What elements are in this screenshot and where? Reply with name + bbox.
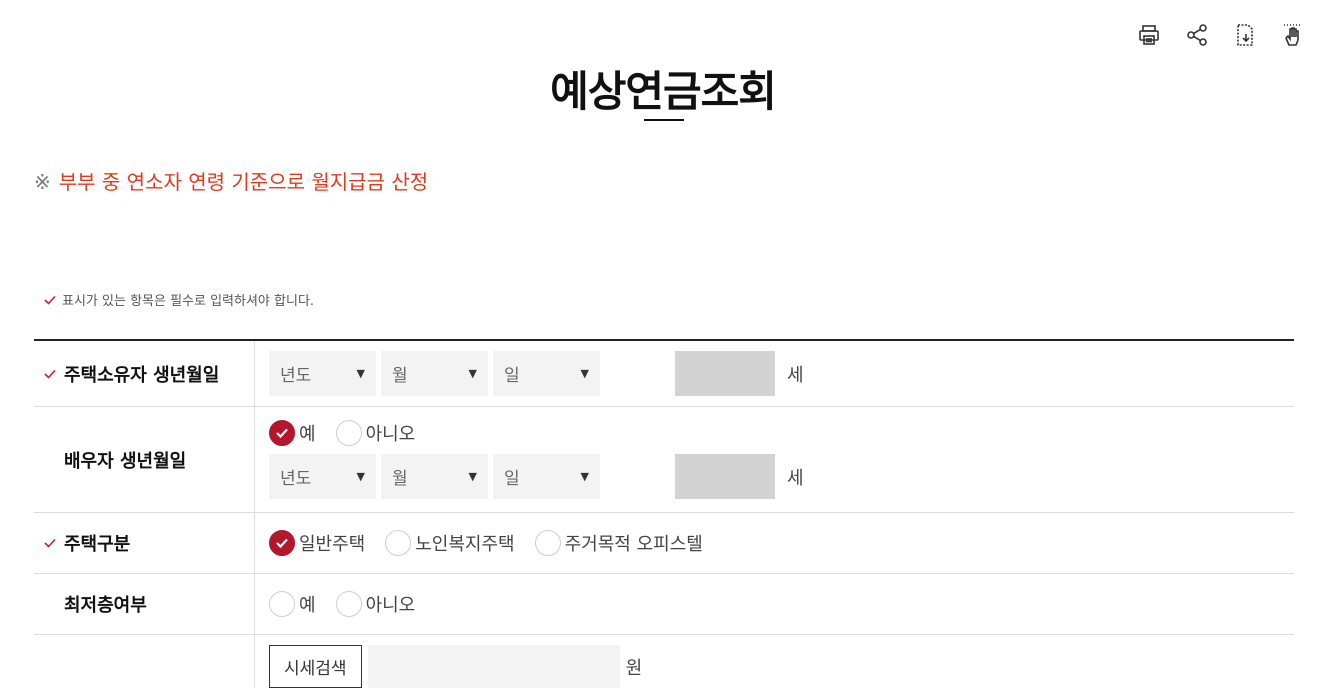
required-check-icon (44, 368, 64, 380)
download-icon (1237, 24, 1253, 46)
owner-day-select[interactable]: 일 ▼ (493, 351, 600, 396)
download-button[interactable] (1232, 20, 1258, 50)
lowest-floor-yes-radio[interactable]: 예 (269, 591, 316, 617)
dropdown-arrow-icon: ▼ (580, 470, 589, 483)
owner-age-box (675, 351, 775, 396)
house-type-label: 주택구분 (34, 513, 255, 573)
share-icon (1187, 24, 1207, 46)
radio-unchecked-icon (385, 530, 412, 556)
utility-toolbar (1136, 20, 1306, 50)
owner-birth-label: 주택소유자 생년월일 (34, 341, 255, 406)
price-input[interactable] (367, 645, 620, 688)
spouse-yes-label: 예 (299, 424, 316, 445)
radio-unchecked-icon (534, 530, 561, 556)
spouse-birth-label: 배우자 생년월일 (34, 407, 255, 512)
radio-unchecked-icon (269, 591, 295, 617)
dropdown-arrow-icon: ▼ (468, 470, 477, 483)
spouse-no-radio[interactable]: 아니오 (335, 420, 416, 446)
lowest-floor-field: 예 아니오 (255, 574, 1294, 634)
page-title: 예상연금조회 (550, 67, 777, 116)
owner-day-value: 일 (504, 366, 520, 386)
owner-month-value: 월 (392, 366, 408, 386)
lowest-floor-no-radio[interactable]: 아니오 (335, 591, 416, 617)
spouse-year-value: 년도 (280, 469, 312, 489)
radio-unchecked-icon (335, 591, 362, 617)
spouse-birth-label-text: 배우자 생년월일 (64, 450, 187, 472)
spouse-day-select[interactable]: 일 ▼ (493, 454, 600, 499)
pension-form: 주택소유자 생년월일 년도 ▼ 월 ▼ 일 ▼ 세 배우자 생년월일 예 아니오… (34, 339, 1294, 688)
required-note: 표시가 있는 항목은 필수로 입력하셔야 합니다. (44, 290, 314, 309)
share-button[interactable] (1184, 20, 1210, 50)
gesture-icon (1284, 24, 1302, 46)
price-field: 시세검색 원 (255, 635, 1294, 688)
spouse-month-value: 월 (392, 469, 408, 489)
row-price: 시세검색 원 (34, 635, 1294, 688)
row-lowest-floor: 최저층여부 예 아니오 (34, 574, 1294, 635)
spouse-age-box (675, 454, 775, 499)
house-senior-radio[interactable]: 노인복지주택 (385, 530, 515, 556)
print-icon (1139, 25, 1159, 45)
required-check-icon (44, 294, 56, 306)
house-senior-label: 노인복지주택 (415, 534, 515, 555)
house-type-field: 일반주택 노인복지주택 주거목적 오피스텔 (255, 513, 1294, 573)
owner-year-select[interactable]: 년도 ▼ (269, 351, 376, 396)
radio-checked-icon (269, 420, 295, 446)
owner-month-select[interactable]: 월 ▼ (381, 351, 488, 396)
spouse-year-select[interactable]: 년도 ▼ (269, 454, 376, 499)
required-note-text: 표시가 있는 항목은 필수로 입력하셔야 합니다. (62, 294, 315, 309)
notice-mark: ※ (34, 170, 51, 194)
dropdown-arrow-icon: ▼ (356, 367, 365, 380)
radio-unchecked-icon (335, 420, 362, 446)
price-unit: 원 (625, 657, 643, 679)
price-search-button[interactable]: 시세검색 (269, 645, 362, 688)
row-spouse-birth: 배우자 생년월일 예 아니오 년도 ▼ 월 ▼ 일 ▼ 세 (34, 407, 1294, 513)
price-label (34, 635, 255, 688)
radio-checked-icon (269, 530, 295, 556)
dropdown-arrow-icon: ▼ (580, 367, 589, 380)
owner-year-value: 년도 (280, 366, 312, 386)
house-officetel-radio[interactable]: 주거목적 오피스텔 (534, 530, 703, 556)
spouse-day-value: 일 (504, 469, 520, 489)
owner-birth-field: 년도 ▼ 월 ▼ 일 ▼ 세 (255, 341, 1294, 406)
spouse-age-unit: 세 (787, 467, 804, 489)
owner-birth-label-text: 주택소유자 생년월일 (64, 364, 220, 386)
spouse-no-label: 아니오 (365, 424, 416, 445)
dropdown-arrow-icon: ▼ (468, 367, 477, 380)
house-general-radio[interactable]: 일반주택 (269, 530, 365, 556)
lowest-floor-label-text: 최저층여부 (64, 595, 147, 616)
house-general-label: 일반주택 (299, 534, 366, 555)
owner-age-unit: 세 (787, 364, 804, 386)
lowest-floor-label: 최저층여부 (34, 574, 255, 634)
gesture-button[interactable] (1280, 20, 1306, 50)
dropdown-arrow-icon: ▼ (356, 470, 365, 483)
spouse-birth-field: 예 아니오 년도 ▼ 월 ▼ 일 ▼ 세 (255, 407, 1294, 512)
row-owner-birth: 주택소유자 생년월일 년도 ▼ 월 ▼ 일 ▼ 세 (34, 341, 1294, 407)
title-underline (644, 119, 684, 121)
lowest-floor-no-label: 아니오 (365, 595, 416, 616)
notice-message: 부부 중 연소자 연령 기준으로 월지급금 산정 (58, 170, 429, 194)
spouse-month-select[interactable]: 월 ▼ (381, 454, 488, 499)
notice-text: ※ 부부 중 연소자 연령 기준으로 월지급금 산정 (34, 166, 428, 195)
required-check-icon (44, 537, 64, 549)
house-officetel-label: 주거목적 오피스텔 (564, 534, 703, 555)
lowest-floor-yes-label: 예 (299, 595, 316, 616)
spouse-yes-radio[interactable]: 예 (269, 420, 316, 446)
row-house-type: 주택구분 일반주택 노인복지주택 주거목적 오피스텔 (34, 513, 1294, 574)
house-type-label-text: 주택구분 (64, 534, 131, 555)
print-button[interactable] (1136, 20, 1162, 50)
